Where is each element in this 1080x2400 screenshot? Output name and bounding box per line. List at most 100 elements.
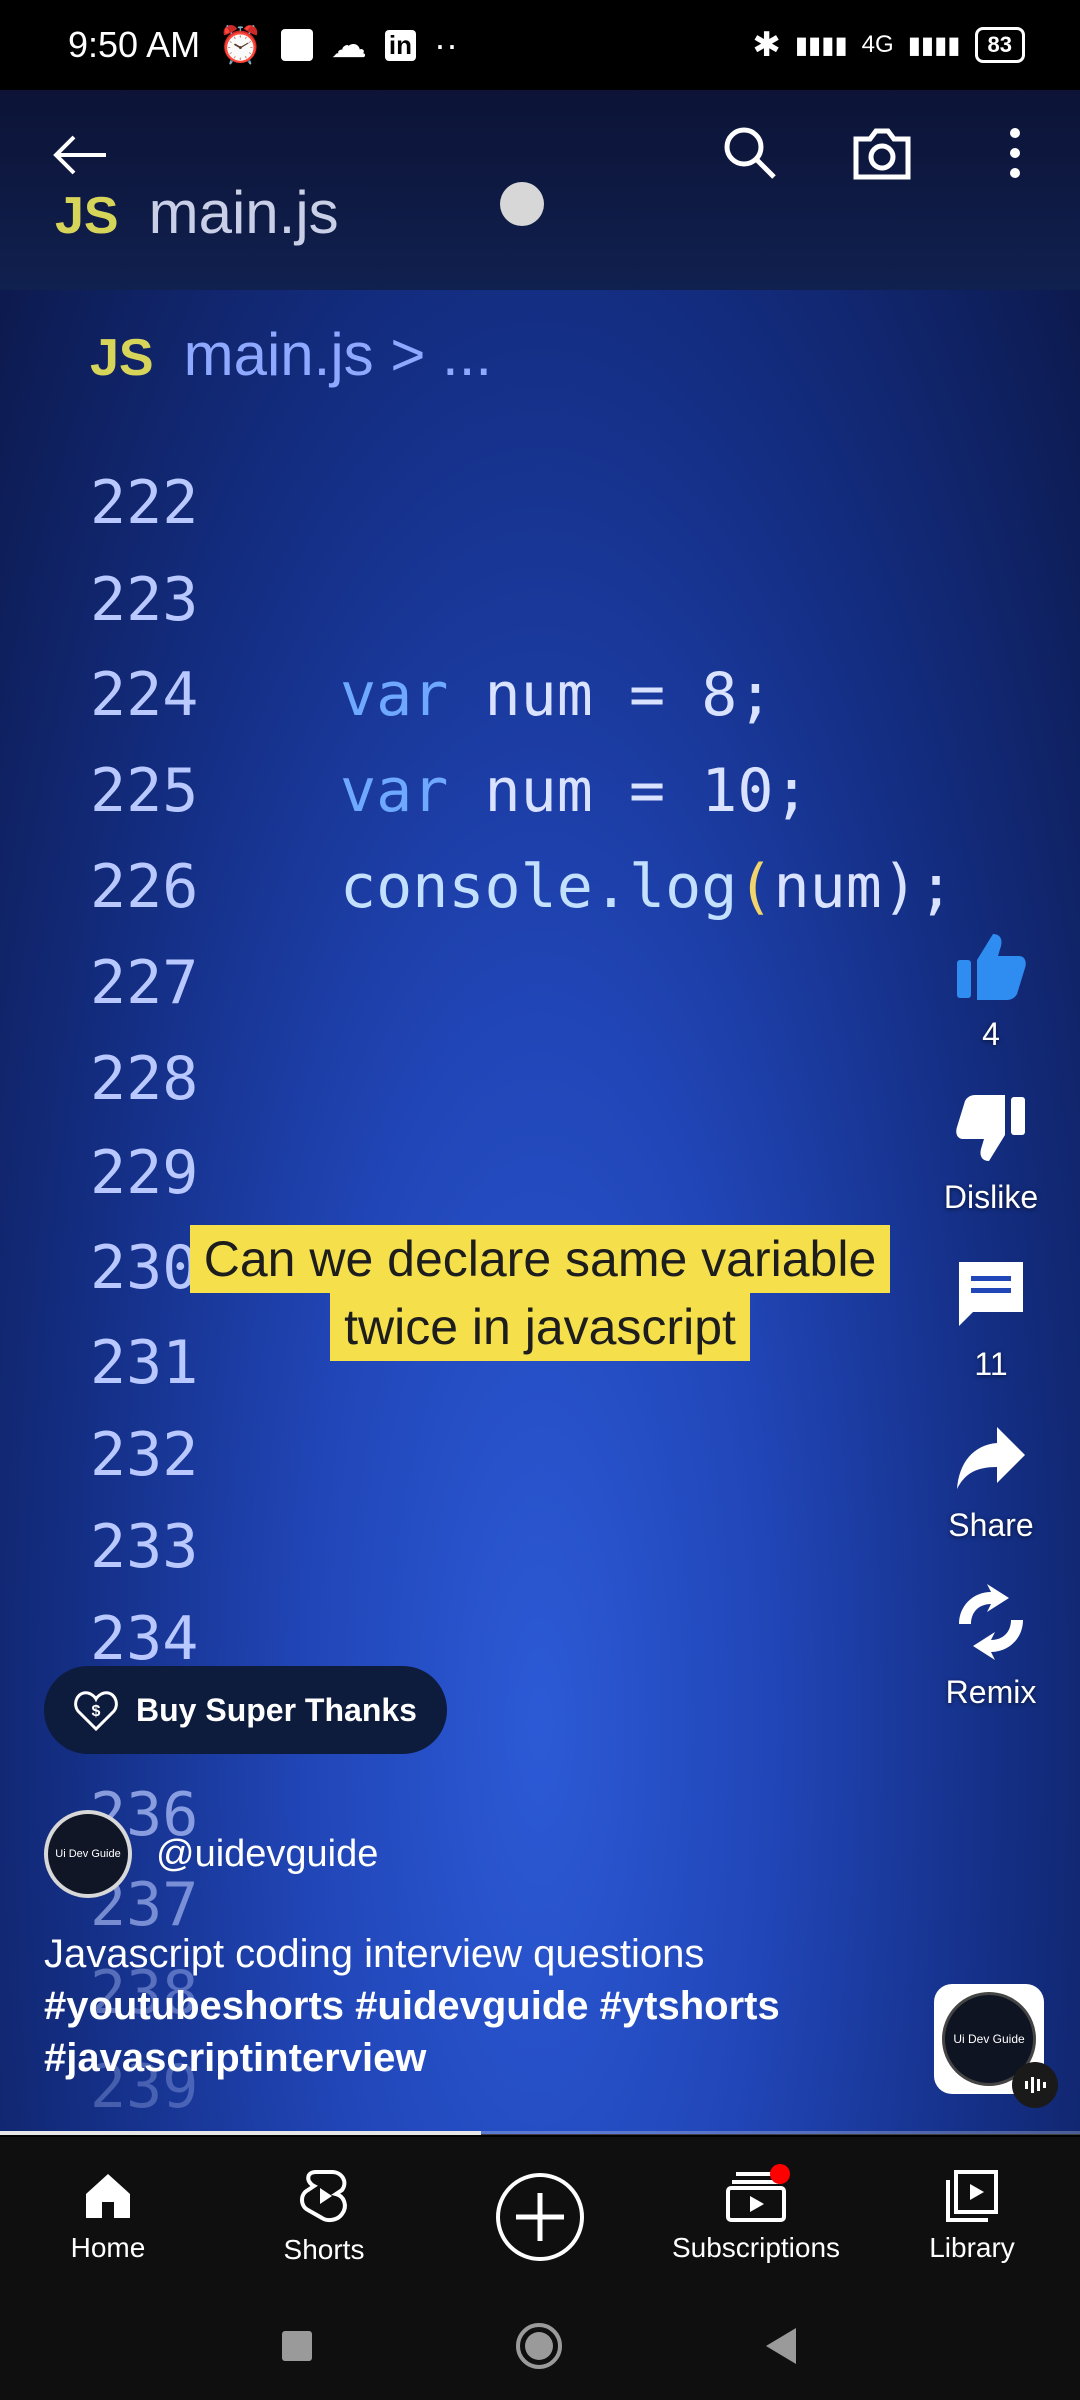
dislike-label: Dislike	[943, 1179, 1039, 1215]
super-thanks-label: Buy Super Thanks	[136, 1691, 417, 1728]
comments-button[interactable]: 11	[953, 1256, 1029, 1383]
shorts-top-bar	[0, 90, 1080, 220]
signal-icon: ▮▮▮▮	[907, 31, 961, 59]
back-system-button[interactable]	[764, 2326, 800, 2371]
home-system-button[interactable]	[514, 2321, 564, 2376]
system-nav-bar	[0, 2297, 1080, 2400]
code-identifier: num	[484, 660, 593, 730]
thumbs-up-icon	[957, 934, 1026, 1000]
channel-handle[interactable]: @uidevguide	[156, 1833, 378, 1876]
code-keyword: var	[340, 660, 449, 730]
description-text: Javascript coding interview questions	[44, 1932, 705, 1976]
description-hashtags[interactable]: #youtubeshorts #uidevguide #ytshorts #ja…	[44, 1980, 924, 2084]
line-number: 225	[90, 756, 199, 826]
more-options-button[interactable]	[975, 118, 1055, 188]
remix-label: Remix	[945, 1674, 1037, 1710]
code-line: console.log(num);	[340, 852, 954, 922]
notification-dot	[770, 2164, 790, 2184]
super-thanks-heart-icon: $	[74, 1691, 118, 1731]
share-button[interactable]: Share	[948, 1423, 1034, 1544]
share-arrow-icon	[956, 1427, 1025, 1489]
line-number: 224	[90, 660, 199, 730]
nav-library-label: Library	[929, 2232, 1015, 2263]
line-number: 227	[90, 948, 199, 1018]
line-number: 226	[90, 852, 199, 922]
like-count: 4	[982, 1016, 1000, 1052]
nav-subscriptions-label: Subscriptions	[671, 2232, 841, 2263]
channel-row[interactable]: Ui Dev Guide @uidevguide	[44, 1810, 378, 1898]
status-right: ✱ ▮▮▮▮ 4G ▮▮▮▮ 83	[752, 25, 1025, 65]
alarm-icon: ⏰	[218, 24, 263, 65]
search-button[interactable]	[710, 118, 790, 188]
remix-button[interactable]: Remix	[945, 1584, 1037, 1711]
nav-create[interactable]	[440, 2171, 640, 2263]
video-progress-bar[interactable]	[0, 2131, 1080, 2135]
like-button[interactable]: 4	[953, 930, 1029, 1053]
line-number: 222	[90, 468, 199, 538]
code-line: var num = 8;	[340, 660, 774, 730]
library-icon	[946, 2170, 998, 2222]
cloud-icon: ☁	[330, 24, 367, 65]
nav-home-label: Home	[70, 2232, 146, 2263]
network-label: 4G	[861, 31, 894, 58]
channel-avatar[interactable]: Ui Dev Guide	[44, 1810, 132, 1898]
line-number: 234	[90, 1604, 199, 1674]
home-icon	[86, 2174, 130, 2218]
camera-button[interactable]	[842, 118, 922, 188]
circle-icon	[516, 2323, 562, 2369]
code-rest: );	[881, 852, 955, 922]
bluetooth-icon: ✱	[752, 26, 781, 64]
sound-thumbnail[interactable]: Ui Dev Guide	[934, 1984, 1058, 2108]
remix-icon	[958, 1584, 1023, 1660]
shorts-icon	[300, 2170, 347, 2223]
buy-super-thanks-button[interactable]: $ Buy Super Thanks	[44, 1666, 447, 1754]
code-identifier: num	[773, 852, 882, 922]
action-rail: 4 Dislike 11 Share Remix	[926, 930, 1056, 1751]
code-identifier: num	[484, 756, 593, 826]
share-label: Share	[948, 1507, 1034, 1543]
nav-subscriptions[interactable]: Subscriptions	[656, 2164, 856, 2264]
code-keyword: var	[340, 756, 449, 826]
code-rest: = 10;	[629, 756, 810, 826]
comment-count: 11	[974, 1346, 1008, 1382]
svg-text:$: $	[92, 1703, 101, 1720]
back-arrow-icon	[53, 135, 106, 175]
nav-library[interactable]: Library	[872, 2170, 1072, 2264]
triangle-back-icon	[766, 2328, 796, 2364]
create-plus-icon	[496, 2173, 584, 2261]
avatar-text: Ui Dev Guide	[55, 1848, 121, 1860]
video-progress-fill	[0, 2131, 481, 2135]
code-line: var num = 10;	[340, 756, 810, 826]
status-bar: 9:50 AM ⏰ ☁ in ·· ✱ ▮▮▮▮ 4G ▮▮▮▮ 83	[0, 0, 1080, 90]
more-vertical-icon	[1010, 128, 1020, 178]
code-call: console.log	[340, 852, 738, 922]
line-number: 231	[90, 1328, 199, 1398]
thumbs-down-icon	[956, 1095, 1025, 1161]
more-notifications-icon: ··	[434, 24, 459, 65]
nav-shorts-label: Shorts	[283, 2234, 365, 2265]
volte-icon: ▮▮▮▮	[794, 31, 848, 59]
recents-button[interactable]	[280, 2329, 314, 2368]
back-button[interactable]	[40, 120, 120, 190]
notification-square-icon	[280, 29, 313, 61]
line-number: 233	[90, 1512, 199, 1582]
audio-wave-icon	[1012, 2062, 1058, 2108]
line-number: 223	[90, 565, 199, 635]
sound-avatar-text: Ui Dev Guide	[953, 2032, 1025, 2046]
camera-icon	[853, 128, 911, 180]
code-rest: = 8;	[629, 660, 774, 730]
line-number: 229	[90, 1138, 199, 1208]
nav-home[interactable]: Home	[8, 2170, 208, 2264]
square-icon	[282, 2331, 312, 2361]
code-paren: (	[737, 852, 774, 922]
status-time: 9:50 AM	[68, 24, 201, 65]
nav-shorts[interactable]: Shorts	[224, 2168, 424, 2266]
dislike-button[interactable]: Dislike	[944, 1093, 1038, 1216]
line-number: 228	[90, 1044, 199, 1114]
comment-icon	[959, 1262, 1023, 1326]
search-icon	[724, 127, 776, 179]
battery-icon: 83	[974, 27, 1025, 63]
video-description[interactable]: Javascript coding interview questions #y…	[44, 1928, 924, 2084]
line-number: 230	[90, 1233, 199, 1303]
battery-level: 83	[987, 32, 1012, 57]
